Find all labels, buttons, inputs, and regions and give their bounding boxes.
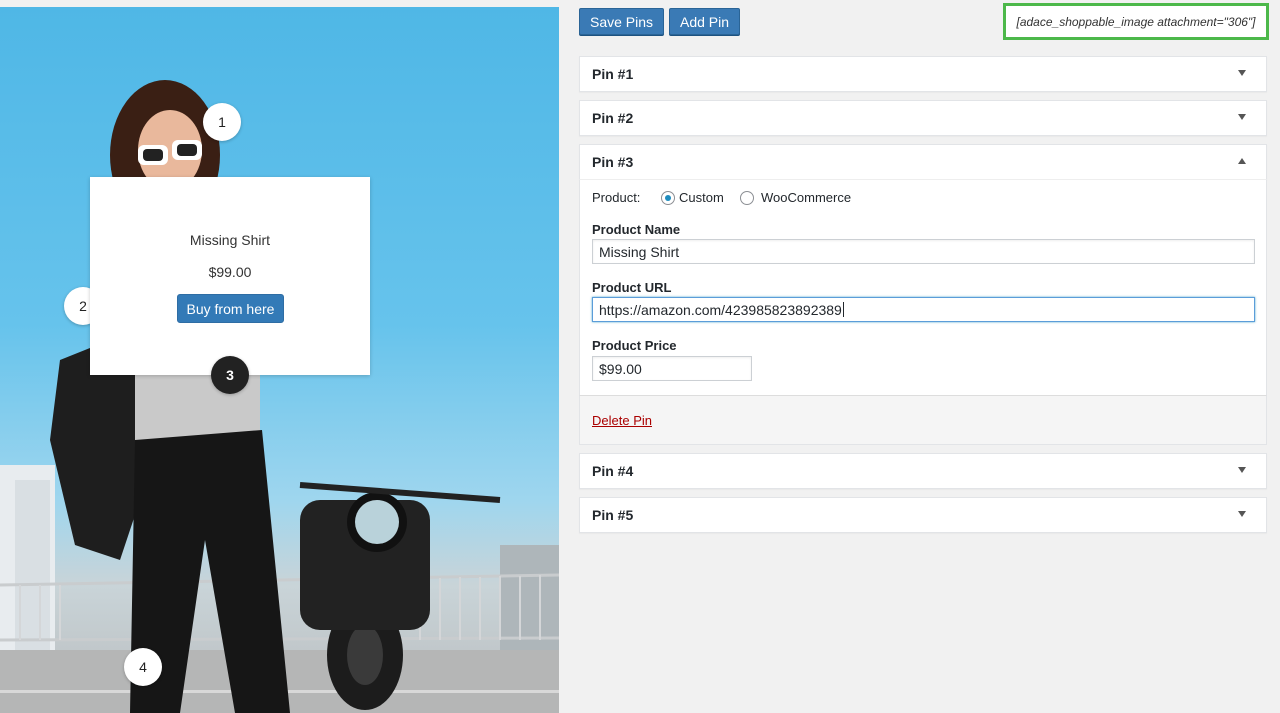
pin-title: Pin #4 bbox=[592, 463, 634, 479]
add-pin-button[interactable]: Add Pin bbox=[669, 8, 741, 35]
product-name-field[interactable]: Missing Shirt bbox=[592, 239, 1255, 264]
product-name-label: Product Name bbox=[592, 222, 681, 237]
popover-product-price: $99.00 bbox=[208, 264, 252, 280]
product-price-field[interactable]: $99.00 bbox=[592, 356, 752, 381]
product-url-field[interactable]: https://amazon.com/423985823892389 bbox=[592, 297, 1255, 322]
pin-5-header[interactable]: Pin #5 bbox=[579, 497, 1267, 533]
pin-marker-3[interactable]: 3 bbox=[211, 356, 249, 394]
pin-marker-1[interactable]: 1 bbox=[203, 103, 241, 141]
pin-title: Pin #2 bbox=[592, 110, 634, 126]
chevron-down-icon bbox=[1238, 467, 1246, 473]
product-type-label: Product: bbox=[592, 190, 641, 205]
save-pins-button[interactable]: Save Pins bbox=[579, 8, 665, 35]
radio-woocommerce-label[interactable]: WooCommerce bbox=[761, 190, 851, 205]
pin-title: Pin #5 bbox=[592, 507, 634, 523]
shortcode-display[interactable]: [adace_shoppable_image attachment="306"] bbox=[1003, 3, 1269, 40]
radio-custom[interactable] bbox=[661, 191, 675, 205]
radio-custom-label[interactable]: Custom bbox=[679, 190, 724, 205]
chevron-down-icon bbox=[1238, 70, 1246, 76]
delete-pin-link[interactable]: Delete Pin bbox=[592, 413, 652, 428]
chevron-down-icon bbox=[1238, 511, 1246, 517]
product-url-value: https://amazon.com/423985823892389 bbox=[599, 301, 842, 318]
text-caret bbox=[842, 302, 844, 317]
product-url-label: Product URL bbox=[592, 280, 672, 295]
product-popover: Missing Shirt $99.00 Buy from here bbox=[90, 177, 370, 375]
pin-1-header[interactable]: Pin #1 bbox=[579, 56, 1267, 92]
pin-title: Pin #1 bbox=[592, 66, 634, 82]
product-name-value: Missing Shirt bbox=[599, 243, 680, 260]
pin-2-header[interactable]: Pin #2 bbox=[579, 100, 1267, 136]
chevron-up-icon bbox=[1238, 158, 1246, 164]
pin-title: Pin #3 bbox=[592, 154, 634, 170]
pin-3-footer: Delete Pin bbox=[579, 395, 1267, 445]
pin-3-editor: Product: Custom WooCommerce Product Name… bbox=[579, 179, 1267, 396]
popover-product-name: Missing Shirt bbox=[189, 232, 271, 248]
buy-button[interactable]: Buy from here bbox=[177, 294, 284, 323]
product-price-value: $99.00 bbox=[599, 360, 642, 377]
chevron-down-icon bbox=[1238, 114, 1246, 120]
shoppable-image: 1 2 4 Missing Shirt $99.00 Buy from here… bbox=[0, 7, 559, 713]
pin-3-header[interactable]: Pin #3 bbox=[579, 144, 1267, 180]
pin-marker-4[interactable]: 4 bbox=[124, 648, 162, 686]
product-price-label: Product Price bbox=[592, 338, 677, 353]
pin-4-header[interactable]: Pin #4 bbox=[579, 453, 1267, 489]
radio-woocommerce[interactable] bbox=[740, 191, 754, 205]
